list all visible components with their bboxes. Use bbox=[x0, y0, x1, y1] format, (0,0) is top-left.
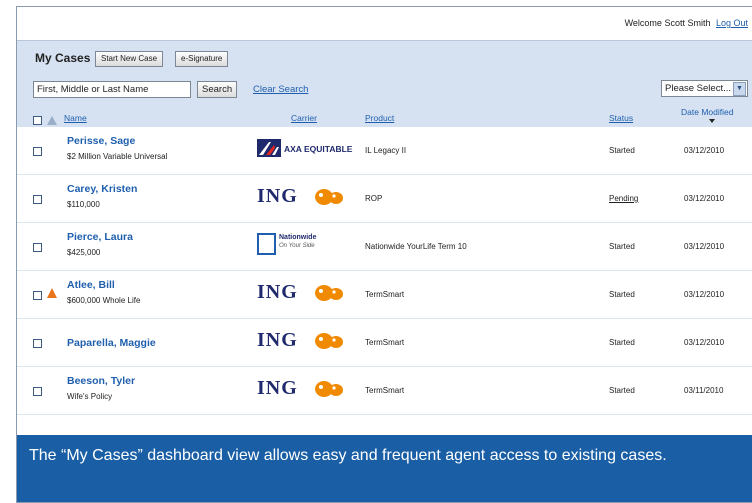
search-button[interactable]: Search bbox=[197, 81, 238, 98]
warning-icon[interactable] bbox=[47, 288, 57, 298]
date-modified: 03/12/2010 bbox=[684, 146, 725, 155]
row-checkbox[interactable] bbox=[33, 291, 42, 300]
product-name: ROP bbox=[365, 194, 383, 203]
case-detail: $600,000 Whole Life bbox=[67, 296, 141, 305]
case-detail: $2 Million Variable Universal bbox=[67, 152, 168, 161]
case-name-link[interactable]: Beeson, Tyler bbox=[67, 375, 135, 387]
lion-icon bbox=[315, 189, 343, 205]
carrier-name: ING bbox=[257, 329, 298, 351]
date-modified: 03/12/2010 bbox=[684, 194, 725, 203]
case-detail: $425,000 bbox=[67, 248, 101, 257]
date-modified: 03/12/2010 bbox=[684, 290, 725, 299]
status-text: Started bbox=[609, 146, 635, 155]
date-modified: 03/12/2010 bbox=[684, 338, 725, 347]
product-name: TermSmart bbox=[365, 338, 405, 347]
row-checkbox[interactable] bbox=[33, 147, 42, 156]
logout-link[interactable]: Log Out bbox=[716, 18, 748, 28]
user-name: Scott Smith bbox=[664, 18, 711, 28]
esignature-button[interactable]: e-Signature bbox=[175, 51, 229, 67]
caption-banner: The “My Cases” dashboard view allows eas… bbox=[17, 435, 752, 502]
column-header-product[interactable]: Product bbox=[365, 113, 394, 123]
status-text: Started bbox=[609, 290, 635, 299]
row-checkbox[interactable] bbox=[33, 387, 42, 396]
column-header-date[interactable]: Date Modified bbox=[681, 107, 733, 117]
nationwide-logo-mark bbox=[257, 233, 276, 255]
table-row: Atlee, Bill $600,000 Whole Life ING Term… bbox=[17, 271, 752, 319]
column-header-status[interactable]: Status bbox=[609, 113, 633, 123]
search-input[interactable]: First, Middle or Last Name bbox=[33, 81, 191, 98]
filter-select[interactable]: Please Select... ▼ bbox=[661, 80, 748, 97]
lion-icon bbox=[315, 285, 343, 301]
row-checkbox[interactable] bbox=[33, 195, 42, 204]
row-checkbox[interactable] bbox=[33, 243, 42, 252]
carrier-name: ING bbox=[257, 281, 298, 303]
warning-column-icon[interactable] bbox=[47, 116, 57, 125]
carrier-name: AXA EQUITABLE bbox=[284, 144, 353, 154]
case-name-link[interactable]: Pierce, Laura bbox=[67, 231, 133, 243]
start-new-case-button[interactable]: Start New Case bbox=[95, 51, 164, 67]
status-link[interactable]: Pending bbox=[609, 194, 638, 203]
lion-icon bbox=[315, 333, 343, 349]
clear-search-link[interactable]: Clear Search bbox=[253, 84, 308, 95]
chevron-down-icon: ▼ bbox=[733, 82, 746, 96]
product-name: TermSmart bbox=[365, 386, 405, 395]
welcome-text: Welcome bbox=[624, 18, 662, 28]
case-detail: Wife's Policy bbox=[67, 392, 113, 401]
case-name-link[interactable]: Carey, Kristen bbox=[67, 183, 137, 195]
welcome-message: Welcome Scott Smith Log Out bbox=[625, 18, 748, 28]
date-modified: 03/11/2010 bbox=[684, 386, 724, 395]
axa-logo-mark bbox=[257, 139, 281, 157]
status-text: Started bbox=[609, 242, 635, 251]
product-name: TermSmart bbox=[365, 290, 405, 299]
carrier-name: Nationwide bbox=[279, 234, 317, 241]
product-name: IL Legacy II bbox=[365, 146, 407, 155]
filter-select-value: Please Select... bbox=[665, 83, 732, 94]
top-bar: Welcome Scott Smith Log Out bbox=[17, 7, 752, 40]
select-all-checkbox[interactable] bbox=[33, 116, 42, 125]
table-row: Pierce, Laura $425,000 Nationwide On You… bbox=[17, 223, 752, 271]
carrier-name: ING bbox=[257, 377, 298, 399]
date-modified: 03/12/2010 bbox=[684, 242, 725, 251]
row-checkbox[interactable] bbox=[33, 339, 42, 348]
status-text: Started bbox=[609, 386, 635, 395]
case-detail: $110,000 bbox=[67, 200, 100, 209]
table-row: Beeson, Tyler Wife's Policy ING TermSmar… bbox=[17, 367, 752, 415]
column-header-carrier[interactable]: Carrier bbox=[291, 113, 317, 123]
carrier-tagline: On Your Side bbox=[279, 243, 315, 249]
cases-toolbar: My Cases Start New Case e-Signature Firs… bbox=[17, 40, 752, 127]
case-name-link[interactable]: Perisse, Sage bbox=[67, 135, 135, 147]
app-frame: Welcome Scott Smith Log Out My Cases Sta… bbox=[16, 6, 752, 503]
table-row: Perisse, Sage $2 Million Variable Univer… bbox=[17, 127, 752, 175]
lion-icon bbox=[315, 381, 343, 397]
page-title: My Cases bbox=[35, 51, 91, 65]
column-header-name[interactable]: Name bbox=[64, 113, 87, 123]
table-row: Carey, Kristen $110,000 ING ROP Pending … bbox=[17, 175, 752, 223]
table-row: Paparella, Maggie ING TermSmart Started … bbox=[17, 319, 752, 367]
status-text: Started bbox=[609, 338, 635, 347]
product-name: Nationwide YourLife Term 10 bbox=[365, 242, 467, 251]
case-name-link[interactable]: Atlee, Bill bbox=[67, 279, 115, 291]
case-name-link[interactable]: Paparella, Maggie bbox=[67, 337, 156, 349]
sort-descending-icon bbox=[709, 119, 715, 123]
carrier-name: ING bbox=[257, 185, 298, 207]
